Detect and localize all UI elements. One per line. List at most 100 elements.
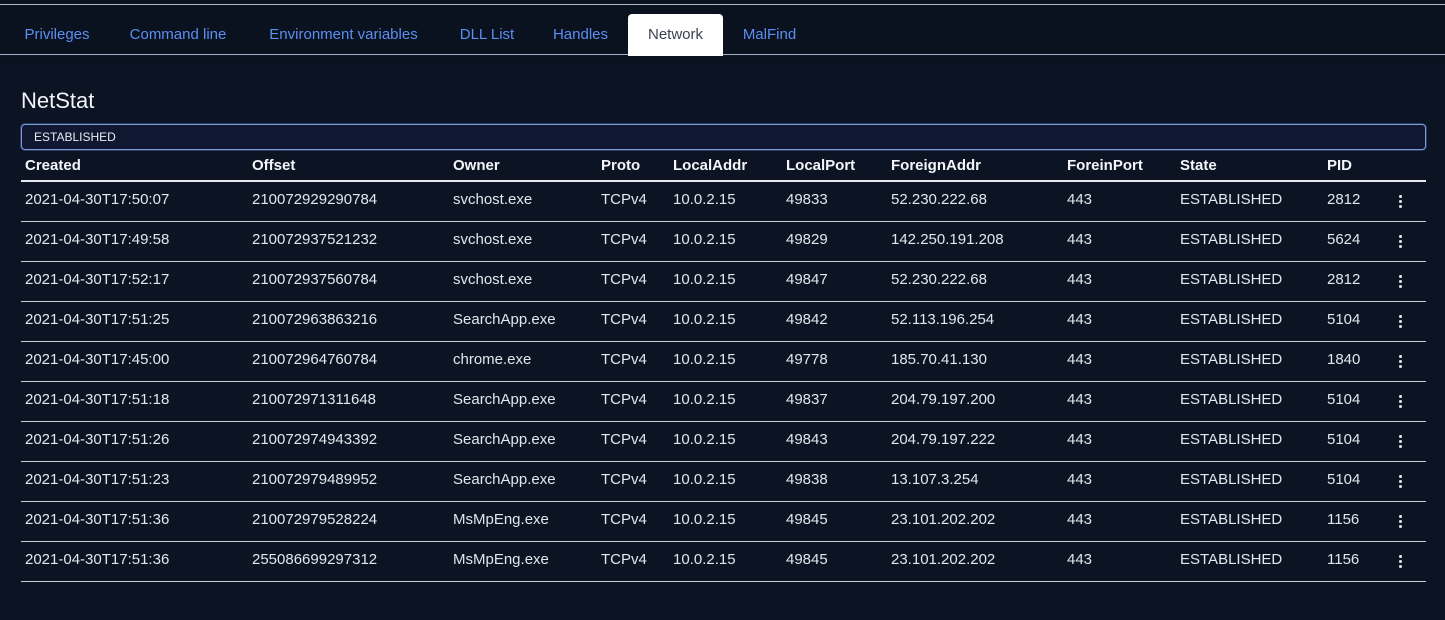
column-header-foreign-port[interactable]: ForeinPort [1067, 157, 1143, 174]
tab-dll-list[interactable]: DLL List [445, 14, 529, 55]
table-row: 2021-04-30T17:51:36 255086699297312 MsMpEn… [21, 542, 1426, 582]
more-vertical-icon[interactable] [1392, 310, 1408, 332]
more-vertical-icon[interactable] [1392, 470, 1408, 492]
cell-proto: TCPv4 [601, 511, 647, 528]
table-row: 2021-04-30T17:51:23 210072979489952 Search… [21, 462, 1426, 502]
cell-foreign-port: 443 [1067, 391, 1093, 408]
cell-pid: 1156 [1327, 511, 1360, 528]
column-header-local-port[interactable]: LocalPort [786, 157, 855, 174]
table-row: 2021-04-30T17:52:17 210072937560784 svchos… [21, 262, 1426, 302]
cell-foreign-addr: 23.101.202.202 [891, 511, 996, 528]
tab-handles[interactable]: Handles [539, 14, 622, 55]
cell-proto: TCPv4 [601, 271, 647, 288]
cell-proto: TCPv4 [601, 471, 647, 488]
cell-pid: 2812 [1327, 271, 1361, 288]
column-header-state[interactable]: State [1180, 157, 1217, 174]
cell-state: ESTABLISHED [1180, 271, 1283, 288]
cell-local-port: 49843 [786, 431, 828, 448]
column-header-pid[interactable]: PID [1327, 157, 1352, 174]
cell-foreign-addr: 185.70.41.130 [891, 351, 987, 368]
cell-offset: 210072974943392 [252, 431, 378, 448]
cell-created: 2021-04-30T17:51:36 [25, 551, 170, 568]
cell-owner: SearchApp.exe [453, 391, 556, 408]
cell-state: ESTABLISHED [1180, 191, 1283, 208]
cell-pid: 5104 [1327, 431, 1361, 448]
cell-pid: 5104 [1327, 311, 1361, 328]
cell-owner: MsMpEng.exe [453, 551, 549, 568]
cell-local-addr: 10.0.2.15 [673, 471, 736, 488]
more-vertical-icon[interactable] [1392, 510, 1408, 532]
cell-local-addr: 10.0.2.15 [673, 431, 736, 448]
cell-local-port: 49837 [786, 391, 828, 408]
cell-foreign-addr: 13.107.3.254 [891, 471, 979, 488]
more-vertical-icon[interactable] [1392, 390, 1408, 412]
cell-offset: 210072964760784 [252, 351, 378, 368]
cell-created: 2021-04-30T17:51:23 [25, 471, 170, 488]
cell-owner: SearchApp.exe [453, 431, 556, 448]
more-vertical-icon[interactable] [1392, 350, 1408, 372]
cell-foreign-addr: 204.79.197.222 [891, 431, 996, 448]
cell-local-port: 49778 [786, 351, 828, 368]
more-vertical-icon[interactable] [1392, 230, 1408, 252]
more-vertical-icon[interactable] [1392, 550, 1408, 572]
cell-offset: 210072929290784 [252, 191, 378, 208]
cell-foreign-port: 443 [1067, 311, 1093, 328]
tab-malfind[interactable]: MalFind [729, 14, 810, 55]
cell-local-port: 49829 [786, 231, 828, 248]
cell-local-port: 49838 [786, 471, 828, 488]
cell-foreign-port: 443 [1067, 471, 1093, 488]
cell-foreign-port: 443 [1067, 271, 1093, 288]
cell-proto: TCPv4 [601, 231, 647, 248]
cell-proto: TCPv4 [601, 311, 647, 328]
more-vertical-icon[interactable] [1392, 190, 1408, 212]
cell-foreign-port: 443 [1067, 551, 1093, 568]
filter-input[interactable] [21, 124, 1426, 150]
cell-local-port: 49842 [786, 311, 828, 328]
column-header-proto[interactable]: Proto [601, 157, 640, 174]
cell-owner: svchost.exe [453, 191, 533, 208]
column-header-foreign-addr[interactable]: ForeignAddr [891, 157, 981, 174]
tab-network[interactable]: Network [628, 14, 723, 56]
cell-pid: 1840 [1327, 351, 1361, 368]
cell-owner: svchost.exe [453, 231, 533, 248]
cell-pid: 2812 [1327, 191, 1361, 208]
column-header-owner[interactable]: Owner [453, 157, 500, 174]
table-row: 2021-04-30T17:51:26 210072974943392 Search… [21, 422, 1426, 462]
cell-created: 2021-04-30T17:51:26 [25, 431, 170, 448]
cell-local-port: 49845 [786, 511, 828, 528]
cell-offset: 210072979489952 [252, 471, 378, 488]
cell-foreign-addr: 52.230.222.68 [891, 271, 987, 288]
cell-created: 2021-04-30T17:50:07 [25, 191, 170, 208]
cell-local-addr: 10.0.2.15 [673, 551, 736, 568]
cell-foreign-addr: 52.113.196.254 [891, 311, 995, 328]
table-row: 2021-04-30T17:51:18 210072971311648 Search… [21, 382, 1426, 422]
cell-state: ESTABLISHED [1180, 351, 1283, 368]
column-header-local-addr[interactable]: LocalAddr [673, 157, 747, 174]
more-vertical-icon[interactable] [1392, 270, 1408, 292]
cell-foreign-port: 443 [1067, 511, 1093, 528]
tab-privileges[interactable]: Privileges [10, 14, 104, 55]
cell-owner: chrome.exe [453, 351, 532, 368]
top-divider [0, 4, 1445, 5]
cell-state: ESTABLISHED [1180, 551, 1283, 568]
section-title: NetStat [21, 88, 95, 113]
column-header-offset[interactable]: Offset [252, 157, 295, 174]
cell-offset: 210072937560784 [252, 271, 378, 288]
cell-foreign-port: 443 [1067, 431, 1093, 448]
cell-local-addr: 10.0.2.15 [673, 351, 736, 368]
tab-command-line[interactable]: Command line [114, 14, 242, 55]
column-header-created[interactable]: Created [25, 157, 81, 174]
cell-created: 2021-04-30T17:45:00 [25, 351, 170, 368]
table-body: 2021-04-30T17:50:07 210072929290784 svchos… [21, 182, 1426, 582]
table-row: 2021-04-30T17:45:00 210072964760784 chrome… [21, 342, 1426, 382]
cell-local-addr: 10.0.2.15 [673, 311, 736, 328]
cell-state: ESTABLISHED [1180, 231, 1283, 248]
cell-owner: svchost.exe [453, 271, 533, 288]
cell-proto: TCPv4 [601, 351, 647, 368]
cell-state: ESTABLISHED [1180, 511, 1283, 528]
cell-foreign-addr: 23.101.202.202 [891, 551, 996, 568]
table-row: 2021-04-30T17:51:25 210072963863216 Search… [21, 302, 1426, 342]
tab-environment-variables[interactable]: Environment variables [252, 14, 435, 55]
cell-proto: TCPv4 [601, 191, 647, 208]
more-vertical-icon[interactable] [1392, 430, 1408, 452]
